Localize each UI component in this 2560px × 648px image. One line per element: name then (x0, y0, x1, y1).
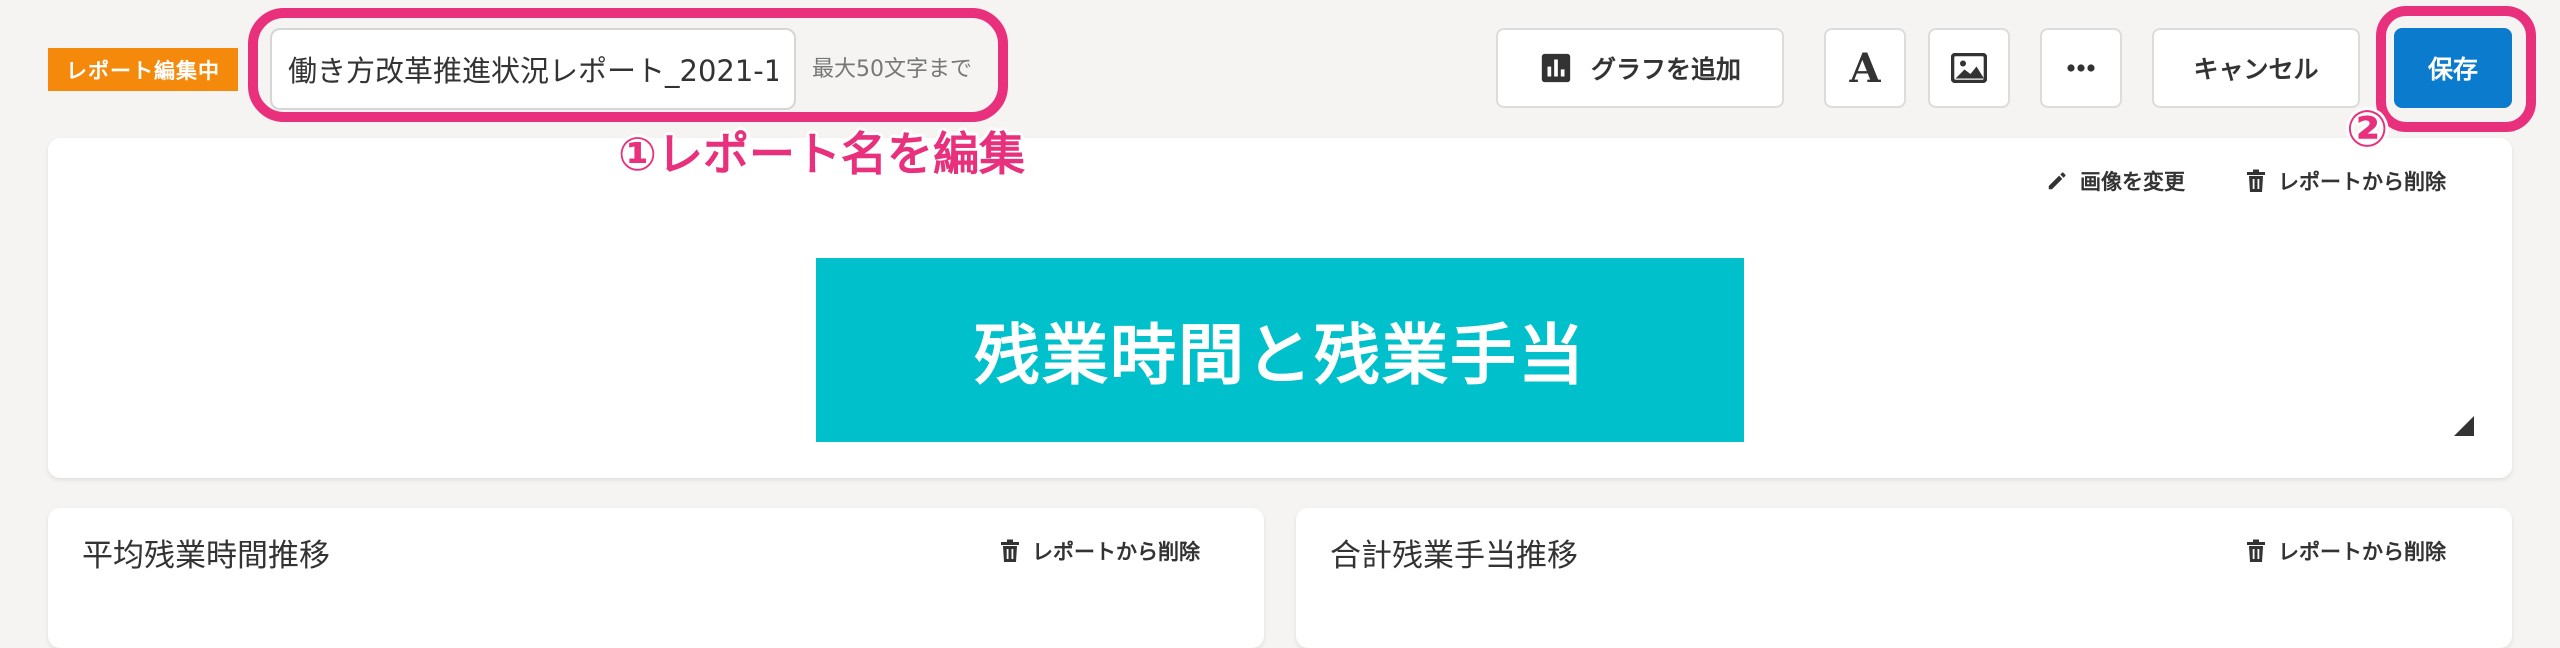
image-icon (1951, 53, 1987, 83)
graph-card (1296, 508, 2512, 648)
more-icon (2067, 64, 2095, 72)
add-text-button[interactable]: A (1824, 28, 1906, 108)
step-1-annotation: ①レポート名を編集 (618, 127, 1025, 181)
editing-status-badge: レポート編集中 (48, 48, 238, 91)
report-name-highlight (248, 8, 1008, 122)
add-graph-button[interactable]: グラフを追加 (1496, 28, 1784, 108)
add-image-button[interactable] (1928, 28, 2010, 108)
text-icon: A (1849, 44, 1881, 92)
banner-image: 残業時間と残業手当 (816, 258, 1744, 442)
trash-icon (1001, 539, 1019, 562)
trash-icon (2247, 539, 2265, 562)
graph-card-title: 平均残業時間推移 (82, 538, 330, 574)
pencil-icon (2048, 172, 2066, 190)
more-options-button[interactable] (2040, 28, 2122, 108)
delete-from-report-button[interactable]: レポートから削除 (1000, 536, 1200, 566)
bar-chart-icon (1541, 53, 1571, 83)
change-image-button[interactable]: 画像を変更 (2046, 166, 2185, 196)
graph-card (48, 508, 1264, 648)
change-image-label: 画像を変更 (2080, 170, 2185, 194)
resize-handle[interactable] (2454, 416, 2474, 436)
save-button-highlight (2376, 6, 2536, 132)
delete-from-report-button[interactable]: レポートから削除 (2246, 166, 2446, 196)
add-graph-label: グラフを追加 (1590, 55, 1741, 84)
step-2-annotation: ② (2346, 100, 2389, 158)
delete-label: レポートから削除 (2278, 540, 2446, 564)
delete-label: レポートから削除 (1032, 540, 1200, 564)
trash-icon (2247, 169, 2265, 192)
cancel-button[interactable]: キャンセル (2152, 28, 2360, 108)
delete-label: レポートから削除 (2278, 170, 2446, 194)
graph-card-title: 合計残業手当推移 (1330, 538, 1578, 574)
delete-from-report-button[interactable]: レポートから削除 (2246, 536, 2446, 566)
